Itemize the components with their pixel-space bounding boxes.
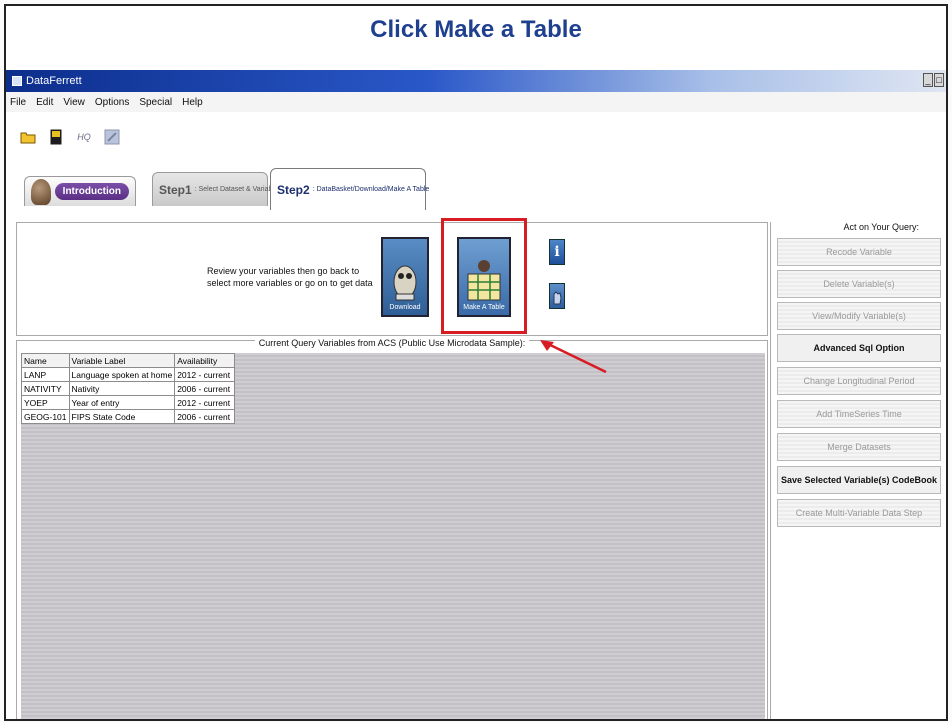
table-grid-icon: [467, 260, 501, 301]
review-line-1: Review your variables then go back to: [207, 266, 360, 276]
add-timeseries-time-button[interactable]: Add TimeSeries Time: [777, 400, 941, 428]
tab-step2[interactable]: Step2 : DataBasket/Download/Make A Table: [270, 168, 429, 210]
hq-icon[interactable]: HQ: [76, 129, 92, 145]
column-header-availability[interactable]: Availability: [174, 353, 236, 368]
maximize-button[interactable]: □: [934, 73, 944, 87]
column-header-name[interactable]: Name: [21, 353, 70, 368]
query-variables-panel: Name Variable Label Availability LANP La…: [16, 340, 768, 719]
cell-label: Year of entry: [68, 395, 176, 410]
tab-step1-title: Step1: [159, 182, 192, 197]
save-icon[interactable]: [48, 129, 64, 145]
tab-strip: Introduction Step1 : Select Dataset & Va…: [6, 166, 946, 212]
cell-label: FIPS State Code: [68, 409, 176, 424]
table-row[interactable]: NATIVITY Nativity 2006 - current: [21, 381, 236, 396]
cell-availability: 2012 - current: [174, 395, 236, 410]
menu-edit[interactable]: Edit: [36, 97, 53, 108]
menu-help[interactable]: Help: [182, 97, 203, 108]
cell-name: LANP: [21, 367, 70, 382]
delete-variables-button[interactable]: Delete Variable(s): [777, 270, 941, 298]
tab-step2-subtitle: : DataBasket/Download/Make A Table: [312, 186, 430, 193]
cell-availability: 2006 - current: [174, 381, 236, 396]
hand-icon: [553, 291, 562, 305]
window-title: DataFerrett: [26, 75, 82, 87]
table-row[interactable]: LANP Language spoken at home 2012 - curr…: [21, 367, 236, 382]
download-label: Download: [389, 304, 421, 311]
download-button[interactable]: Download: [381, 237, 429, 317]
cell-label: Nativity: [68, 381, 176, 396]
tab-step2-title: Step2: [277, 182, 310, 197]
disabled-tool-icon[interactable]: [104, 129, 120, 145]
table-row[interactable]: YOEP Year of entry 2012 - current: [21, 395, 236, 410]
merge-datasets-button[interactable]: Merge Datasets: [777, 433, 941, 461]
cell-name: NATIVITY: [21, 381, 70, 396]
tab-step1-subtitle: : Select Dataset & Variable: [194, 186, 278, 193]
table-header-row: Name Variable Label Availability: [21, 353, 236, 368]
review-instructions: Review your variables then go back to se…: [207, 265, 377, 289]
cell-availability: 2012 - current: [174, 367, 236, 382]
review-line-2: select more variables or go on to get da…: [207, 278, 373, 288]
cell-availability: 2006 - current: [174, 409, 236, 424]
view-modify-variables-button[interactable]: View/Modify Variable(s): [777, 302, 941, 330]
advanced-sql-option-button[interactable]: Advanced Sql Option: [777, 334, 941, 362]
toolbar: HQ: [6, 124, 120, 150]
query-title-text: Current Query Variables from ACS (Public…: [254, 338, 530, 348]
owl-icon: [393, 265, 417, 301]
tab-introduction[interactable]: Introduction: [24, 176, 136, 206]
help-hand-button[interactable]: [549, 283, 565, 309]
menu-view[interactable]: View: [63, 97, 85, 108]
window-controls: _ □: [923, 73, 944, 87]
action-panel: Review your variables then go back to se…: [16, 218, 768, 336]
menu-bar: File Edit View Options Special Help: [6, 92, 946, 112]
red-arrow-annotation: [540, 340, 607, 374]
tab-step1[interactable]: Step1 : Select Dataset & Variable: [152, 172, 278, 206]
query-panel-title: Current Query Variables from ACS (Public…: [16, 338, 768, 348]
cell-label: Language spoken at home: [68, 367, 176, 382]
act-title-text: Act on Your Query:: [839, 222, 923, 232]
query-variables-table: Name Variable Label Availability LANP La…: [21, 353, 236, 424]
make-table-button[interactable]: Make A Table: [457, 237, 511, 317]
column-header-variable-label[interactable]: Variable Label: [68, 353, 176, 368]
menu-options[interactable]: Options: [95, 97, 129, 108]
open-folder-icon[interactable]: [20, 129, 36, 145]
window-titlebar: DataFerrett _ □: [6, 70, 946, 92]
minimize-button[interactable]: _: [923, 73, 933, 87]
create-data-step-button[interactable]: Create Multi-Variable Data Step: [777, 499, 941, 527]
info-button[interactable]: i: [549, 239, 565, 265]
act-on-query-title: Act on Your Query:: [771, 222, 946, 232]
tab-introduction-label: Introduction: [54, 183, 129, 200]
table-row[interactable]: GEOG-101 FIPS State Code 2006 - current: [21, 409, 236, 424]
recode-variable-button[interactable]: Recode Variable: [777, 238, 941, 266]
act-on-query-panel: Act on Your Query: Recode Variable Delet…: [770, 222, 946, 719]
change-longitudinal-period-button[interactable]: Change Longitudinal Period: [777, 367, 941, 395]
save-codebook-button[interactable]: Save Selected Variable(s) CodeBook: [777, 466, 941, 494]
cell-name: GEOG-101: [21, 409, 70, 424]
screenshot-frame: Click Make a Table DataFerrett _ □ File …: [4, 4, 948, 721]
make-table-label: Make A Table: [463, 304, 505, 311]
ferret-logo-icon: [31, 178, 51, 205]
app-icon: [12, 76, 22, 86]
menu-special[interactable]: Special: [139, 97, 172, 108]
menu-file[interactable]: File: [10, 97, 26, 108]
cell-name: YOEP: [21, 395, 70, 410]
instruction-heading: Click Make a Table: [370, 16, 582, 43]
